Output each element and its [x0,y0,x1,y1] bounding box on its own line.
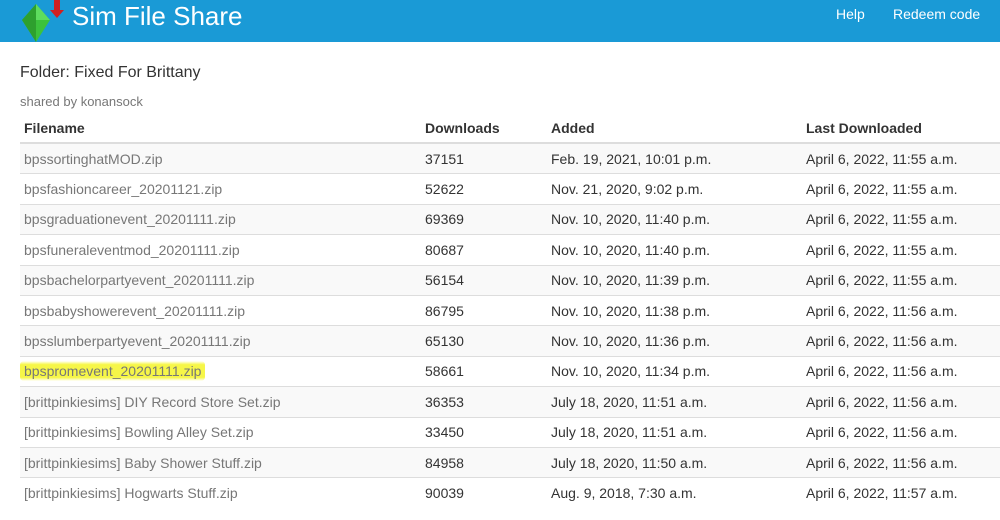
last-downloaded-cell: April 6, 2022, 11:57 a.m. [802,477,1000,508]
table-row: [brittpinkiesims] Baby Shower Stuff.zip 8… [20,446,1000,478]
table-row: bpsslumberpartyevent_20201111.zip 65130 No… [20,325,1000,357]
file-download-link[interactable]: bpsfashioncareer_20201121.zip [24,181,222,197]
downloads-cell: 86795 [421,294,547,326]
file-download-link[interactable]: [brittpinkiesims] Hogwarts Stuff.zip [24,485,238,501]
site-title[interactable]: Sim File Share [72,1,243,31]
filename-cell: bpsbabyshowerevent_20201111.zip [20,294,421,326]
filename-cell: bpspromevent_20201111.zip [20,355,421,387]
column-header-downloads: Downloads [421,114,547,144]
file-download-link[interactable]: bpssortinghatMOD.zip [24,151,163,167]
column-header-last-downloaded: Last Downloaded [802,114,1000,144]
table-row: bpssortinghatMOD.zip 37151 Feb. 19, 2021, … [20,142,1000,174]
last-downloaded-cell: April 6, 2022, 11:55 a.m. [802,234,1000,266]
filename-cell: bpsfashioncareer_20201121.zip [20,173,421,205]
filename-cell: [brittpinkiesims] DIY Record Store Set.z… [20,386,421,418]
table-row: [brittpinkiesims] Hogwarts Stuff.zip 9003… [20,477,1000,508]
file-table-body: bpssortinghatMOD.zip 37151 Feb. 19, 2021, … [20,142,1000,508]
nav-redeem-code-link[interactable]: Redeem code [893,6,980,22]
plumbob-logo-icon[interactable] [20,0,66,42]
table-row: [brittpinkiesims] DIY Record Store Set.z… [20,386,1000,418]
downloads-cell: 33450 [421,416,547,448]
downloads-cell: 80687 [421,234,547,266]
file-download-link[interactable]: bpsgraduationevent_20201111.zip [24,211,236,227]
added-cell: Nov. 10, 2020, 11:38 p.m. [547,294,802,326]
added-cell: Nov. 10, 2020, 11:34 p.m. [547,355,802,387]
filename-cell: bpssortinghatMOD.zip [20,142,421,174]
table-row: bpsgraduationevent_20201111.zip 69369 Nov.… [20,203,1000,235]
site-header: Sim File Share Help Redeem code [0,0,1000,42]
added-cell: Nov. 21, 2020, 9:02 p.m. [547,173,802,205]
added-cell: July 18, 2020, 11:51 a.m. [547,416,802,448]
added-cell: Nov. 10, 2020, 11:39 p.m. [547,264,802,296]
downloads-cell: 58661 [421,355,547,387]
downloads-cell: 65130 [421,325,547,357]
filename-cell: bpsfuneraleventmod_20201111.zip [20,234,421,266]
filename-cell: [brittpinkiesims] Bowling Alley Set.zip [20,416,421,448]
last-downloaded-cell: April 6, 2022, 11:55 a.m. [802,203,1000,235]
table-row: bpsbachelorpartyevent_20201111.zip 56154 N… [20,264,1000,296]
table-row: [brittpinkiesims] Bowling Alley Set.zip 3… [20,416,1000,448]
file-download-link[interactable]: [brittpinkiesims] DIY Record Store Set.z… [24,394,281,410]
downloads-cell: 56154 [421,264,547,296]
added-cell: Nov. 10, 2020, 11:40 p.m. [547,234,802,266]
last-downloaded-cell: April 6, 2022, 11:55 a.m. [802,142,1000,174]
filename-cell: bpsgraduationevent_20201111.zip [20,203,421,235]
added-cell: Feb. 19, 2021, 10:01 p.m. [547,142,802,174]
folder-title: Folder: Fixed For Brittany [20,64,201,81]
file-download-link[interactable]: bpsslumberpartyevent_20201111.zip [24,333,250,349]
added-cell: Nov. 10, 2020, 11:40 p.m. [547,203,802,235]
file-table: Filename Downloads Added Last Downloaded… [20,114,1000,508]
last-downloaded-cell: April 6, 2022, 11:56 a.m. [802,294,1000,326]
file-download-link[interactable]: bpsfuneraleventmod_20201111.zip [24,242,240,258]
file-download-link[interactable]: bpspromevent_20201111.zip [20,361,206,382]
downloads-cell: 90039 [421,477,547,508]
table-row: bpsfuneraleventmod_20201111.zip 80687 Nov.… [20,234,1000,266]
table-row: bpsfashioncareer_20201121.zip 52622 Nov. 2… [20,173,1000,205]
downloads-cell: 69369 [421,203,547,235]
last-downloaded-cell: April 6, 2022, 11:55 a.m. [802,173,1000,205]
added-cell: Nov. 10, 2020, 11:36 p.m. [547,325,802,357]
last-downloaded-cell: April 6, 2022, 11:56 a.m. [802,325,1000,357]
last-downloaded-cell: April 6, 2022, 11:56 a.m. [802,416,1000,448]
nav-help-link[interactable]: Help [836,6,865,22]
column-header-added: Added [547,114,802,144]
filename-cell: bpsslumberpartyevent_20201111.zip [20,325,421,357]
added-cell: July 18, 2020, 11:51 a.m. [547,386,802,418]
last-downloaded-cell: April 6, 2022, 11:55 a.m. [802,264,1000,296]
filename-cell: [brittpinkiesims] Hogwarts Stuff.zip [20,477,421,508]
table-row: bpsbabyshowerevent_20201111.zip 86795 Nov.… [20,294,1000,326]
shared-by-text: shared by konansock [20,94,143,109]
downloads-cell: 84958 [421,446,547,478]
filename-cell: [brittpinkiesims] Baby Shower Stuff.zip [20,446,421,478]
file-download-link[interactable]: bpsbachelorpartyevent_20201111.zip [24,272,254,288]
downloads-cell: 37151 [421,142,547,174]
file-download-link[interactable]: [brittpinkiesims] Baby Shower Stuff.zip [24,455,262,471]
file-download-link[interactable]: bpsbabyshowerevent_20201111.zip [24,303,245,319]
column-header-filename: Filename [20,114,421,144]
last-downloaded-cell: April 6, 2022, 11:56 a.m. [802,386,1000,418]
last-downloaded-cell: April 6, 2022, 11:56 a.m. [802,446,1000,478]
table-header-row: Filename Downloads Added Last Downloaded [20,114,1000,144]
filename-cell: bpsbachelorpartyevent_20201111.zip [20,264,421,296]
last-downloaded-cell: April 6, 2022, 11:56 a.m. [802,355,1000,387]
file-download-link[interactable]: [brittpinkiesims] Bowling Alley Set.zip [24,424,254,440]
downloads-cell: 36353 [421,386,547,418]
downloads-cell: 52622 [421,173,547,205]
table-row: bpspromevent_20201111.zip 58661 Nov. 10, 2… [20,355,1000,387]
added-cell: Aug. 9, 2018, 7:30 a.m. [547,477,802,508]
added-cell: July 18, 2020, 11:50 a.m. [547,446,802,478]
